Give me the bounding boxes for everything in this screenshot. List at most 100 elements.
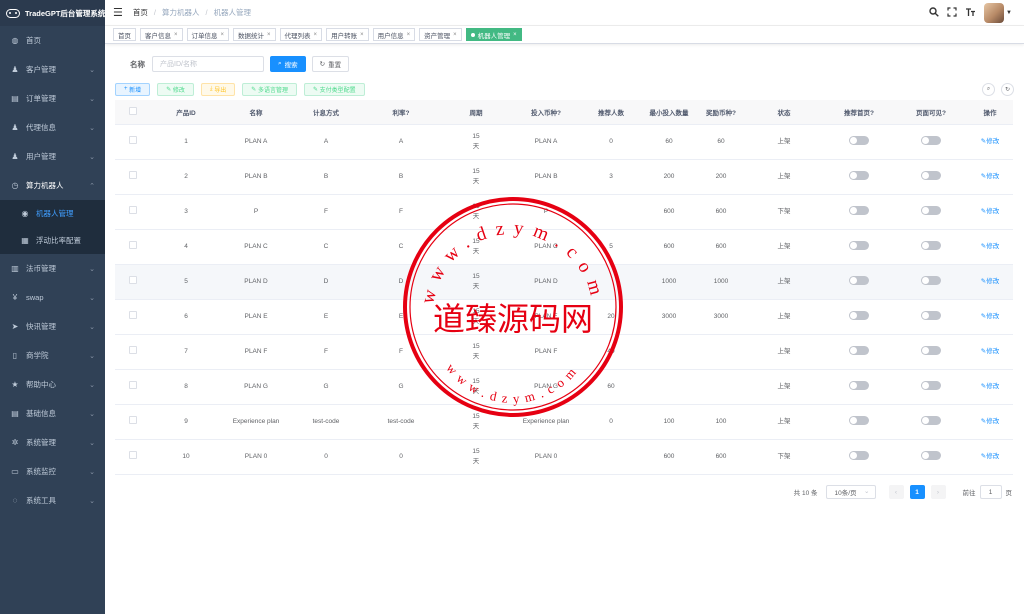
page-number-button[interactable]: 1 <box>909 485 925 499</box>
sidebar-item-monitor[interactable]: ▭ 系统监控 ⌄ <box>0 457 105 486</box>
avatar[interactable] <box>984 3 1005 23</box>
table-row[interactable]: 10 PLAN 0 0 0 15 天 PLAN 0 600 600 下架 ✎修改 <box>115 439 1013 475</box>
close-icon[interactable]: × <box>174 32 178 38</box>
table-row[interactable]: 7 PLAN F F F 15 天 PLAN F 40 上架 ✎修改 <box>115 334 1013 370</box>
recommend-home-switch[interactable] <box>849 346 869 356</box>
sidebar-item-help[interactable]: ★ 帮助中心 ⌄ <box>0 370 105 399</box>
goto-page-input[interactable]: 1 <box>979 485 1002 499</box>
recommend-home-switch[interactable] <box>849 241 869 251</box>
close-icon[interactable]: × <box>453 32 457 38</box>
recommend-home-switch[interactable] <box>849 311 869 321</box>
close-icon[interactable]: × <box>267 32 271 38</box>
row-edit-link[interactable]: ✎修改 <box>981 383 999 390</box>
row-edit-link[interactable]: ✎修改 <box>981 348 999 355</box>
recommend-home-switch[interactable] <box>849 381 869 391</box>
tag-user-info[interactable]: 用户信息 × <box>372 28 416 41</box>
recommend-home-switch[interactable] <box>849 171 869 181</box>
row-checkbox[interactable] <box>129 135 137 144</box>
row-checkbox[interactable] <box>129 450 137 459</box>
page-visible-switch[interactable] <box>921 381 941 391</box>
next-page-button[interactable]: › <box>930 485 946 499</box>
refresh-icon[interactable]: ↻ <box>1001 82 1014 96</box>
row-edit-link[interactable]: ✎修改 <box>981 418 999 425</box>
search-icon[interactable] <box>929 6 939 20</box>
sidebar-item-home[interactable]: ◍ 首页 <box>0 26 105 55</box>
row-checkbox[interactable] <box>129 205 137 214</box>
caret-down-icon[interactable]: ▼ <box>1006 10 1012 16</box>
fullscreen-icon[interactable] <box>947 6 957 20</box>
search-input[interactable]: 产品ID/名称 <box>152 56 264 72</box>
tag-robot-manage[interactable]: 机器人管理 × <box>465 28 522 41</box>
recommend-home-switch[interactable] <box>849 451 869 461</box>
table-row[interactable]: 5 PLAN D D D 15 天 PLAN D 1000 1000 上架 ✎修改 <box>115 264 1013 300</box>
page-visible-switch[interactable] <box>921 206 941 216</box>
table-row[interactable]: 4 PLAN C C C 15 天 PLAN C 5 600 600 上架 ✎修改 <box>115 229 1013 265</box>
sidebar-item-robot-manage[interactable]: ◉ 机器人管理 <box>0 200 105 227</box>
export-button[interactable]: ⤓ 导出 <box>200 82 236 96</box>
row-checkbox[interactable] <box>129 415 137 424</box>
page-visible-switch[interactable] <box>921 346 941 356</box>
table-row[interactable]: 9 Experience plan test-code test-code 15 天 Exp… <box>115 404 1013 440</box>
table-row[interactable]: 1 PLAN A A A 15 天 PLAN A 0 60 60 上架 ✎修改 <box>115 124 1013 160</box>
table-row[interactable]: 2 PLAN B B B 15 天 PLAN B 3 200 200 上架 ✎修改 <box>115 159 1013 195</box>
sidebar-item-tools[interactable]: ◌ 系统工具 ⌄ <box>0 486 105 515</box>
recommend-home-switch[interactable] <box>849 416 869 426</box>
page-visible-switch[interactable] <box>921 311 941 321</box>
row-checkbox[interactable] <box>129 345 137 354</box>
tag-home[interactable]: 首页 <box>113 28 136 41</box>
sidebar-item-system[interactable]: ✲ 系统管理 ⌄ <box>0 428 105 457</box>
tag-customer-info[interactable]: 客户信息 × <box>140 28 183 41</box>
tag-agent-list[interactable]: 代理列表 × <box>279 28 323 41</box>
page-visible-switch[interactable] <box>921 416 941 426</box>
close-icon[interactable]: × <box>407 32 411 38</box>
sidebar-item-orders[interactable]: ▤ 订单管理 ⌄ <box>0 84 105 113</box>
page-size-select[interactable]: 10条/页 <box>825 485 876 499</box>
sidebar-item-basic-info[interactable]: ▤ 基础信息 ⌄ <box>0 399 105 428</box>
tag-order-info[interactable]: 订单信息 × <box>186 28 230 41</box>
page-visible-switch[interactable] <box>921 451 941 461</box>
sidebar-item-customers[interactable]: ♟ 客户管理 ⌄ <box>0 55 105 84</box>
row-edit-link[interactable]: ✎修改 <box>981 278 999 285</box>
hamburger-icon[interactable]: ☰ <box>113 6 123 19</box>
table-row[interactable]: 3 P F F 15 天 P 600 600 下架 ✎修改 <box>115 194 1013 230</box>
tag-stats[interactable]: 数据统计 × <box>233 28 276 41</box>
row-checkbox[interactable] <box>129 310 137 319</box>
tag-asset-manage[interactable]: 资产管理 × <box>419 28 462 41</box>
recommend-home-switch[interactable] <box>849 136 869 146</box>
close-icon[interactable]: × <box>360 32 364 38</box>
sidebar-item-users[interactable]: ♟ 用户管理 ⌄ <box>0 142 105 171</box>
multi-language-button[interactable]: ✎ 多语言管理 <box>242 82 297 96</box>
add-button[interactable]: + 新增 <box>115 82 151 96</box>
font-size-icon[interactable] <box>965 7 976 20</box>
pay-config-button[interactable]: ✎ 支付类型配置 <box>303 82 365 96</box>
row-edit-link[interactable]: ✎修改 <box>981 313 999 320</box>
app-brand[interactable]: TradeGPT后台管理系统 <box>0 0 105 26</box>
row-checkbox[interactable] <box>129 380 137 389</box>
reset-button[interactable]: ↻ 重置 <box>311 56 350 72</box>
search-button[interactable]: ⌕ 搜索 <box>270 56 306 72</box>
page-visible-switch[interactable] <box>921 241 941 251</box>
row-edit-link[interactable]: ✎修改 <box>981 173 999 180</box>
prev-page-button[interactable]: ‹ <box>888 485 904 499</box>
recommend-home-switch[interactable] <box>849 276 869 286</box>
row-edit-link[interactable]: ✎修改 <box>981 453 999 460</box>
sidebar-item-news[interactable]: ➤ 快讯管理 ⌄ <box>0 312 105 341</box>
page-visible-switch[interactable] <box>921 171 941 181</box>
close-icon[interactable]: × <box>513 32 517 38</box>
table-row[interactable]: 6 PLAN E E E 15 天 PLAN E 20 3000 3000 上架 ✎修改 <box>115 299 1013 335</box>
recommend-home-switch[interactable] <box>849 206 869 216</box>
close-icon[interactable]: × <box>221 32 225 38</box>
row-checkbox[interactable] <box>129 170 137 179</box>
sidebar-item-robots[interactable]: ◷ 算力机器人 ⌃ <box>0 171 105 200</box>
sidebar-item-agents[interactable]: ♟ 代理信息 ⌄ <box>0 113 105 142</box>
breadcrumb-home[interactable]: 首页 <box>133 7 148 18</box>
sidebar-item-fiat[interactable]: ▥ 法币管理 ⌄ <box>0 254 105 283</box>
edit-button[interactable]: ✎ 修改 <box>157 82 194 96</box>
tag-user-transfer[interactable]: 用户转账 × <box>326 28 369 41</box>
row-edit-link[interactable]: ✎修改 <box>981 208 999 215</box>
row-checkbox[interactable] <box>129 275 137 284</box>
close-icon[interactable]: × <box>314 32 318 38</box>
sidebar-item-rate-config[interactable]: ▦ 浮动比率配置 <box>0 227 105 254</box>
row-edit-link[interactable]: ✎修改 <box>981 138 999 145</box>
table-row[interactable]: 8 PLAN G G G 15 天 PLAN G 60 上架 ✎修改 <box>115 369 1013 405</box>
